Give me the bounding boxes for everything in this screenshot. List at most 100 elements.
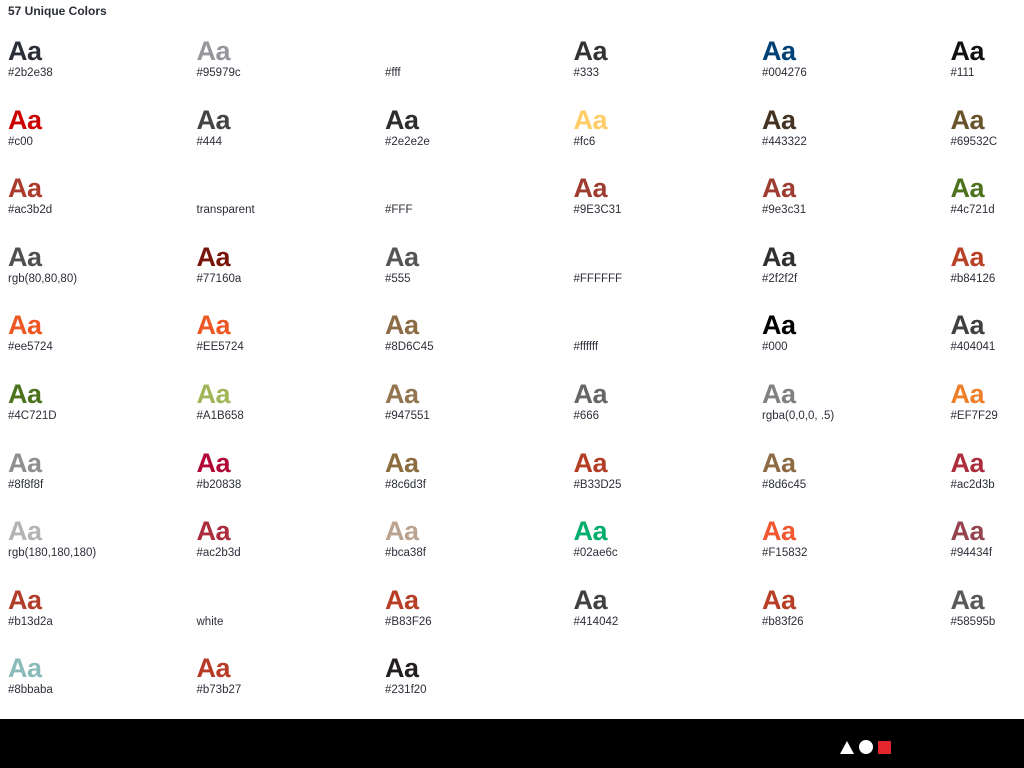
color-value-label: #FFF (385, 204, 413, 217)
color-swatch: Aa #B83F26 (385, 585, 574, 654)
color-sample-text: Aa (385, 653, 419, 684)
color-sample-text: Aa (8, 447, 42, 478)
color-swatch: Aa #9e3c31 (762, 173, 951, 242)
color-swatch: Aa #231f20 (385, 653, 574, 722)
color-sample-text: Aa (8, 36, 42, 66)
color-sample-text: Aa (385, 36, 419, 66)
color-value-label: #443322 (762, 135, 807, 148)
color-value-label: #8bbaba (8, 684, 53, 697)
color-sample-text: Aa (8, 653, 42, 684)
color-value-label: #EE5724 (196, 341, 244, 354)
color-swatch: Aa #8bbaba (8, 653, 197, 722)
color-value-label: #ee5724 (8, 341, 53, 354)
color-swatch: Aa #58595b (951, 585, 1024, 654)
color-sample-text: Aa (762, 173, 796, 204)
color-sample-text: Aa (762, 241, 796, 272)
color-swatch: Aa #8f8f8f (8, 448, 197, 517)
color-sample-text: Aa (385, 516, 419, 547)
color-sample-text: Aa (950, 310, 985, 341)
color-swatch: Aa #EE5724 (197, 310, 386, 379)
color-swatch: Aa #2b2e38 (8, 36, 197, 105)
color-value-label: #c00 (8, 135, 33, 148)
color-value-label: #555 (385, 272, 411, 285)
color-sample-text: Aa (8, 173, 42, 204)
color-sample-text: Aa (762, 104, 796, 135)
color-swatch: Aa #111 (951, 36, 1024, 105)
color-value-label: #404041 (950, 341, 996, 354)
color-value-label: #000 (762, 341, 788, 354)
color-swatch: Aa #A1B658 (197, 379, 386, 448)
color-sample-text: Aa (762, 516, 796, 547)
color-value-label: #b20838 (196, 478, 242, 491)
color-sample-text: Aa (196, 310, 231, 341)
color-swatch: Aa #77160a (197, 242, 386, 311)
color-value-label: #EF7F29 (950, 409, 998, 422)
color-sample-text: Aa (762, 310, 796, 341)
color-sample-text: Aa (385, 447, 419, 478)
color-value-label: #8c6d3f (385, 478, 426, 491)
color-sample-text: Aa (196, 104, 231, 135)
color-value-label: #8D6C45 (385, 341, 434, 354)
color-sample-text: Aa (8, 241, 42, 272)
color-sample-text: Aa (8, 516, 42, 547)
color-sample-text: Aa (385, 378, 419, 409)
color-value-label: #231f20 (385, 684, 427, 697)
color-sample-text: Aa (950, 173, 985, 204)
color-value-label: rgb(80,80,80) (8, 272, 78, 285)
color-sample-text: Aa (196, 241, 231, 272)
color-sample-text: Aa (573, 173, 608, 204)
color-swatch: Aa #414042 (574, 585, 763, 654)
color-value-label: #F15832 (762, 547, 808, 560)
color-sample-text: Aa (950, 447, 985, 478)
color-sample-text: Aa (950, 584, 985, 615)
circle-icon (859, 740, 873, 754)
color-sample-text: Aa (385, 310, 419, 341)
color-value-label: #b13d2a (8, 615, 53, 628)
color-value-label: #414042 (573, 615, 619, 628)
color-swatch-grid: Aa #2b2e38 Aa #95979c Aa #fff Aa #333 Aa #004276 A… (8, 36, 1024, 722)
color-swatch: Aa #ffffff (574, 310, 763, 379)
color-swatch: Aa rgb(80,80,80) (8, 242, 197, 311)
color-sample-text: Aa (385, 241, 419, 272)
color-sample-text: Aa (573, 447, 608, 478)
color-swatch: Aa #02ae6c (574, 516, 763, 585)
color-value-label: #ac3b2d (8, 204, 53, 217)
color-swatch: Aa #8c6d3f (385, 448, 574, 517)
color-sample-text: Aa (385, 584, 419, 615)
color-value-label: #95979c (196, 67, 241, 79)
color-sample-text: Aa (385, 104, 419, 135)
color-swatch: Aa white (197, 585, 386, 654)
color-sample-text: Aa (196, 584, 231, 615)
color-swatch: Aa #2e2e2e (385, 105, 574, 174)
color-palette-page: 57 Unique Colors Aa #2b2e38 Aa #95979c Aa #ff… (0, 0, 1024, 768)
color-value-label: #444 (196, 135, 223, 148)
color-sample-text: Aa (196, 36, 231, 66)
footer-bar (0, 719, 1024, 768)
color-swatch: Aa #b20838 (197, 448, 386, 517)
color-sample-text: Aa (385, 173, 419, 204)
color-value-label: #B83F26 (385, 615, 432, 628)
color-sample-text: Aa (8, 104, 42, 135)
color-swatch: Aa #b83f26 (762, 585, 951, 654)
color-value-label: #ac2b3d (196, 547, 241, 560)
color-value-label: #b83f26 (762, 615, 804, 628)
color-value-label: #fff (385, 67, 401, 79)
color-sample-text: Aa (762, 36, 796, 66)
color-swatch: Aa #B33D25 (574, 448, 763, 517)
color-sample-text: Aa (8, 310, 42, 341)
color-swatch: Aa #c00 (8, 105, 197, 174)
color-swatch: Aa #69532C (951, 105, 1024, 174)
color-value-label: #77160a (196, 272, 242, 285)
color-swatch: Aatransparent (197, 173, 386, 242)
color-sample-text: Aa (573, 584, 608, 615)
color-swatch: Aa #443322 (762, 105, 951, 174)
color-value-label: #9e3c31 (762, 204, 807, 217)
color-value-label: #8d6c45 (762, 478, 807, 491)
color-swatch: Aa #b84126 (951, 242, 1024, 311)
color-value-label: #69532C (950, 135, 998, 148)
color-value-label: #666 (573, 409, 600, 422)
color-value-label: #ffffff (573, 341, 599, 354)
color-value-label: #4c721d (950, 204, 995, 217)
color-swatch: Aa #95979c (197, 36, 386, 105)
color-value-label: #b84126 (950, 272, 996, 285)
